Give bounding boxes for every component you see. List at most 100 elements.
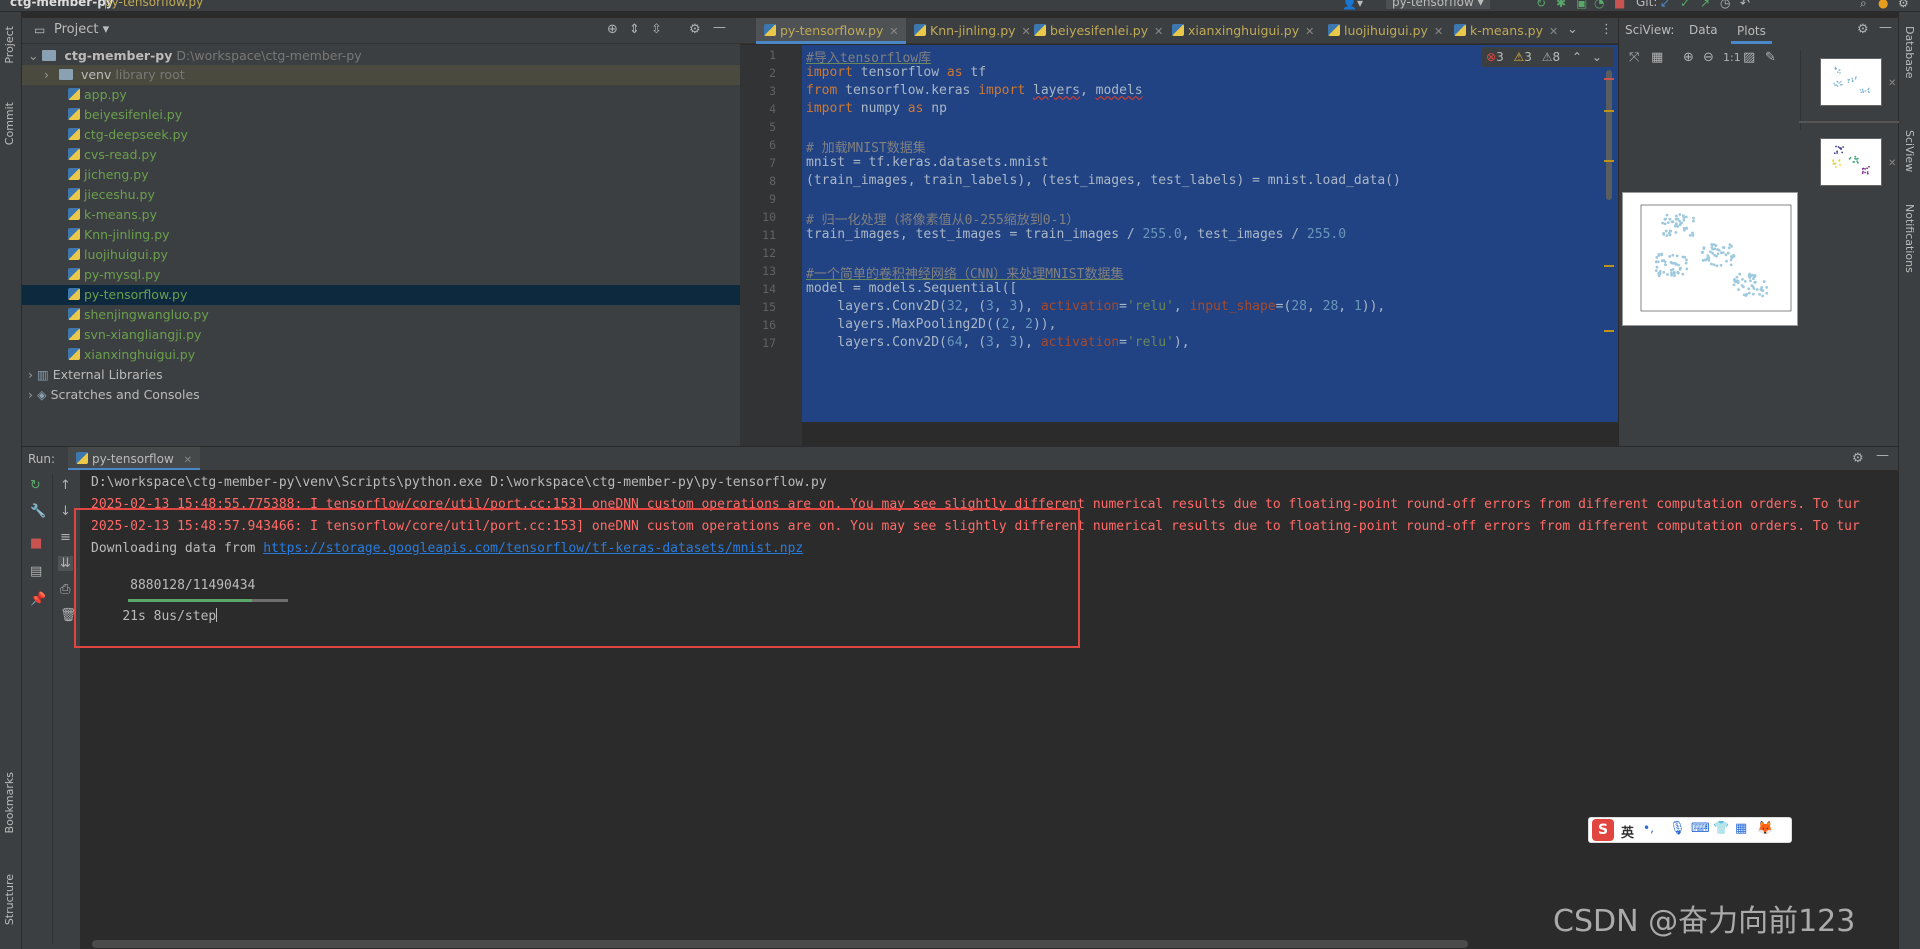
run-settings-icon[interactable]: ⚙ [1852, 451, 1864, 466]
code-lines[interactable]: #导入tensorflow库 import tensorflow as tf f… [802, 45, 1618, 446]
ime-lang[interactable]: 英 [1621, 822, 1634, 841]
project-file-item[interactable]: beiyesifenlei.py [22, 105, 740, 125]
project-file-item[interactable]: jicheng.py [22, 165, 740, 185]
plot-thumbnail-2[interactable] [1820, 138, 1882, 186]
sciview-tool-tab[interactable]: SciView [1903, 130, 1916, 172]
project-file-item[interactable]: shenjingwangluo.py [22, 305, 740, 325]
rerun-icon[interactable]: ↻ [30, 478, 41, 493]
warning-stripe[interactable] [1604, 110, 1614, 112]
stop-icon[interactable]: ■ [30, 536, 42, 551]
close-tab-icon[interactable]: ✕ [1434, 25, 1443, 38]
project-file-item[interactable]: app.py [22, 85, 740, 105]
run-tab[interactable]: py-tensorflow ✕ [68, 447, 200, 471]
keyboard-icon[interactable]: ⌨ [1691, 821, 1710, 836]
commit-tool-tab[interactable]: Commit [3, 102, 16, 145]
close-tab-icon[interactable]: ✕ [1305, 25, 1314, 38]
warning-stripe[interactable] [1604, 160, 1614, 162]
project-settings-icon[interactable]: ⚙ [689, 22, 701, 37]
sciview-tab-plots[interactable]: Plots [1731, 18, 1772, 44]
notifications-tool-tab[interactable]: Notifications [1903, 204, 1916, 273]
grid-icon[interactable]: ▦ [1651, 50, 1663, 65]
close-tab-icon[interactable]: ✕ [1549, 25, 1558, 38]
project-file-item[interactable]: cvs-read.py [22, 145, 740, 165]
print-icon[interactable]: ⎙ [60, 582, 70, 597]
hide-panel-icon[interactable]: — [1879, 20, 1892, 35]
settings-icon[interactable]: ⚙ [1898, 0, 1909, 10]
project-name[interactable]: ctg-member-py [10, 0, 114, 9]
tree-external-libraries[interactable]: › ▥ External Libraries [22, 365, 740, 385]
chevron-down-icon[interactable]: ⌄ [1567, 22, 1578, 37]
search-everywhere-icon[interactable]: ⌕ [1860, 0, 1867, 11]
project-file-item[interactable]: jieceshu.py [22, 185, 740, 205]
microphone-icon[interactable]: 🎙 [1669, 821, 1686, 836]
console-horizontal-scrollbar[interactable] [92, 940, 1468, 948]
plot-thumbnail-1[interactable] [1820, 58, 1882, 106]
actual-size-button[interactable]: 1:1 [1723, 51, 1741, 64]
toolbox-icon[interactable]: ▦ [1735, 821, 1747, 836]
close-thumbnail-icon[interactable]: ✕ [1888, 158, 1896, 169]
skin-icon[interactable]: 👕 [1713, 821, 1729, 836]
editor-tab[interactable]: py-tensorflow.py ✕ [756, 18, 906, 44]
warning-stripe[interactable] [1604, 330, 1614, 332]
warning-stripe[interactable] [1604, 265, 1614, 267]
tree-scratches[interactable]: › ◈ Scratches and Consoles [22, 385, 740, 405]
chevron-up-icon[interactable]: ⌃ [1572, 50, 1582, 64]
pipette-icon[interactable]: ✎ [1765, 50, 1776, 65]
collapse-all-icon[interactable]: ⇳ [651, 22, 662, 37]
soft-wrap-icon[interactable]: ≡ [60, 530, 71, 545]
coverage-icon[interactable]: ▣ [1576, 0, 1587, 10]
sciview-tab-data[interactable]: Data [1689, 23, 1718, 37]
pin-icon[interactable]: 📌 [30, 592, 46, 607]
ime-toolbar[interactable]: S 英 •, 🎙 ⌨ 👕 ▦ 🦊 [1588, 817, 1792, 843]
profile-icon[interactable]: ◔ [1594, 0, 1604, 10]
project-file-item[interactable]: ctg-deepseek.py [22, 125, 740, 145]
current-file[interactable]: py-tensorflow.py [104, 0, 203, 9]
tree-venv[interactable]: › venv library root [22, 65, 740, 85]
close-tab-icon[interactable]: ✕ [184, 455, 192, 466]
editor-tab[interactable]: beiyesifenlei.py ✕ [1026, 18, 1164, 44]
user-icon[interactable]: 👤▾ [1342, 0, 1363, 10]
close-thumbnail-icon[interactable]: ✕ [1888, 78, 1896, 89]
vcs-commit-icon[interactable]: ✓ [1680, 0, 1690, 10]
layout-icon[interactable]: ▤ [30, 564, 42, 579]
hide-panel-icon[interactable]: — [1876, 448, 1889, 463]
fit-icon[interactable]: ⤧ [1629, 50, 1639, 65]
vcs-update-icon[interactable]: ↙ [1660, 0, 1670, 10]
mascot-icon[interactable]: 🦊 [1757, 821, 1773, 836]
wrench-icon[interactable]: 🔧 [30, 504, 46, 519]
chevron-down-icon[interactable]: ⌄ [1592, 50, 1602, 64]
sogou-logo-icon[interactable]: S [1592, 819, 1614, 841]
sciview-settings-icon[interactable]: ⚙ [1857, 22, 1869, 37]
history-icon[interactable]: ◷ [1720, 0, 1730, 10]
zoom-out-icon[interactable]: ⊖ [1703, 50, 1714, 65]
rollback-icon[interactable]: ↶ [1740, 0, 1750, 10]
error-stripe[interactable] [1604, 78, 1614, 80]
vcs-push-icon[interactable]: ↗ [1700, 0, 1710, 10]
project-tool-tab[interactable]: Project [3, 26, 16, 64]
expand-all-icon[interactable]: ⇕ [629, 22, 640, 37]
stop-icon[interactable]: ■ [1614, 0, 1625, 10]
scroll-to-end-icon[interactable]: ⇊ [58, 556, 73, 571]
debug-icon[interactable]: ✱ [1556, 0, 1566, 10]
image-icon[interactable]: ▨ [1743, 50, 1755, 65]
project-file-item[interactable]: luojihuigui.py [22, 245, 740, 265]
project-file-item[interactable]: py-tensorflow.py [22, 285, 740, 305]
editor-tab[interactable]: Knn-jinling.py ✕ [906, 18, 1031, 44]
more-tabs-icon[interactable]: ⋮ [1600, 22, 1613, 37]
close-tab-icon[interactable]: ✕ [889, 25, 898, 38]
inspection-widget[interactable]: ⊗3 ⚠3 ⚠8 ⌃ ⌄ [1482, 47, 1614, 67]
locate-file-icon[interactable]: ⊕ [607, 22, 618, 37]
project-file-item[interactable]: k-means.py [22, 205, 740, 225]
zoom-in-icon[interactable]: ⊕ [1683, 50, 1694, 65]
plot-preview[interactable] [1622, 192, 1798, 326]
ide-update-icon[interactable]: ● [1878, 0, 1888, 10]
project-view-selector[interactable]: Project ▾ [54, 22, 109, 37]
hide-panel-icon[interactable]: — [713, 20, 726, 35]
project-file-item[interactable]: svn-xiangliangji.py [22, 325, 740, 345]
project-file-item[interactable]: Knn-jinling.py [22, 225, 740, 245]
editor-tab[interactable]: xianxinghuigui.py ✕ [1164, 18, 1320, 44]
tree-root[interactable]: ⌄ ctg-member-py D:\workspace\ctg-member-… [22, 46, 740, 66]
editor-scrollbar[interactable] [1606, 70, 1612, 200]
editor-tab[interactable]: k-means.py ✕ [1446, 18, 1564, 44]
structure-tool-tab[interactable]: Structure [3, 874, 16, 925]
